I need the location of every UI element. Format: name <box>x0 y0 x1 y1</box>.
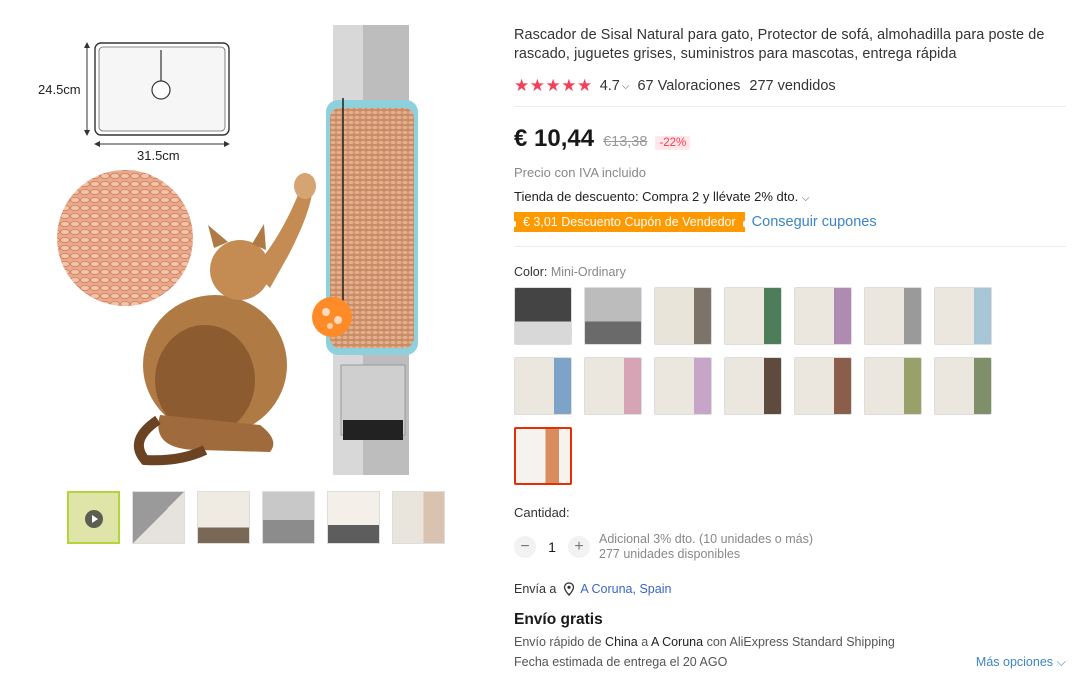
stock-available: 277 unidades disponibles <box>599 547 741 561</box>
quantity-decrease-button[interactable]: − <box>514 536 536 558</box>
thumbnail-strip <box>67 491 445 544</box>
color-swatch[interactable] <box>514 357 572 415</box>
rating-value[interactable]: 4.7 <box>600 78 620 94</box>
quantity-value[interactable]: 1 <box>536 539 568 555</box>
discount-badge: -22% <box>655 136 691 150</box>
more-options-link[interactable]: Más opciones ⌵ <box>976 655 1066 670</box>
shipping-origin: China <box>605 635 638 649</box>
color-swatch-selected[interactable] <box>514 427 572 485</box>
bulk-discount-note: Adicional 3% dto. (10 unidades o más) <box>599 532 814 546</box>
original-price: €13,38 <box>603 134 648 150</box>
store-discount[interactable]: Tienda de descuento: Compra 2 y llévate … <box>514 189 1066 204</box>
color-swatch[interactable] <box>584 287 642 345</box>
color-swatch[interactable] <box>934 357 992 415</box>
color-selected-value: Mini-Ordinary <box>550 265 626 279</box>
color-swatch[interactable] <box>514 287 572 345</box>
thumbnail-image[interactable] <box>132 491 185 544</box>
chevron-down-icon[interactable]: ⌵ <box>622 81 630 92</box>
color-swatch-grid <box>514 287 1066 485</box>
free-shipping-title: Envío gratis <box>514 611 603 628</box>
current-price: € 10,44 <box>514 125 595 152</box>
color-swatch[interactable] <box>864 357 922 415</box>
rating-row: ★★★★★ 4.7 ⌵ 67 Valoraciones 277 vendidos <box>514 76 1066 96</box>
color-swatch[interactable] <box>654 287 712 345</box>
vat-note: Precio con IVA incluido <box>514 165 646 180</box>
sisal-texture-image <box>57 170 193 306</box>
main-product-image: 24.5cm 31.5cm <box>30 20 450 480</box>
thumbnail-image[interactable] <box>327 491 380 544</box>
thumbnail-video[interactable] <box>67 491 120 544</box>
chevron-down-icon: ⌵ <box>1056 655 1066 669</box>
product-title: Rascador de Sisal Natural para gato, Pro… <box>514 27 1045 62</box>
thumbnail-image[interactable] <box>197 491 250 544</box>
seller-coupon-badge: € 3,01 Descuento Cupón de Vendedor <box>512 212 747 232</box>
shipping-route-prefix: Envío rápido de <box>514 635 602 649</box>
divider <box>514 246 1066 247</box>
more-options-label: Más opciones <box>975 655 1054 669</box>
ship-to-location-link[interactable]: A Coruna, Spain <box>580 582 671 596</box>
shipping-route: Envío rápido de China a A Coruna con Ali… <box>514 635 1066 649</box>
color-swatch[interactable] <box>724 357 782 415</box>
shipping-method: con AliExpress Standard Shipping <box>706 635 895 649</box>
ship-to-label: Envía a <box>514 582 557 596</box>
quantity-label: Cantidad: <box>514 505 570 520</box>
chevron-down-icon: ⌵ <box>801 193 810 204</box>
color-label-text: Color: <box>514 265 548 279</box>
shipping-destination: A Coruna <box>650 635 704 649</box>
dimension-height-label: 24.5cm <box>38 82 81 97</box>
color-swatch[interactable] <box>794 287 852 345</box>
get-coupons-link[interactable]: Conseguir cupones <box>752 214 877 230</box>
dimension-diagram <box>84 42 230 147</box>
shipping-route-mid: a <box>641 635 649 649</box>
store-discount-text: Tienda de descuento: Compra 2 y llévate … <box>514 189 799 204</box>
play-icon <box>85 510 103 528</box>
coupon-row: € 3,01 Descuento Cupón de Vendedor Conse… <box>512 212 1066 232</box>
location-pin-icon <box>564 582 575 596</box>
price-row: € 10,44 €13,38 -22% <box>514 125 1066 153</box>
ship-to-row: Envía a A Coruna, Spain <box>514 582 1066 596</box>
color-swatch[interactable] <box>724 287 782 345</box>
thumbnail-image[interactable] <box>392 491 445 544</box>
quantity-stepper: − 1 + Adicional 3% dto. (10 unidades o m… <box>514 532 1066 562</box>
color-swatch[interactable] <box>934 287 992 345</box>
color-swatch[interactable] <box>864 287 922 345</box>
color-swatch[interactable] <box>654 357 712 415</box>
product-info-panel: Rascador de Sisal Natural para gato, Pro… <box>512 26 1066 669</box>
sold-count: 277 vendidos <box>749 78 836 94</box>
dimension-width-label: 31.5cm <box>137 148 180 163</box>
quantity-increase-button[interactable]: + <box>568 536 590 558</box>
divider <box>514 106 1066 107</box>
color-swatch[interactable] <box>584 357 642 415</box>
star-rating-icon: ★★★★★ <box>514 76 593 95</box>
quantity-info: Adicional 3% dto. (10 unidades o más) 27… <box>599 532 813 562</box>
color-swatch[interactable] <box>794 357 852 415</box>
reviews-link[interactable]: 67 Valoraciones <box>637 78 740 94</box>
thumbnail-image[interactable] <box>262 491 315 544</box>
color-label: Color: Mini-Ordinary <box>514 265 1066 279</box>
